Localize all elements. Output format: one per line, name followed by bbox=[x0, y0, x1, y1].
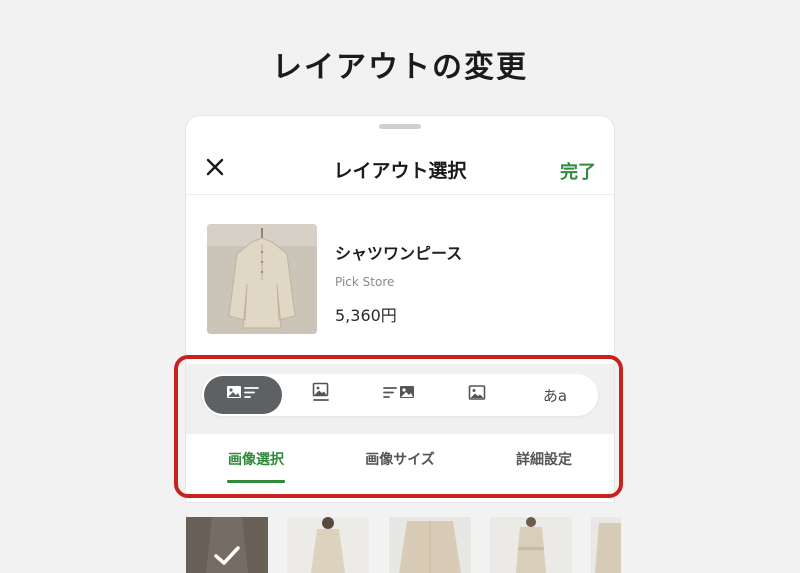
sheet-title: レイアウト選択 bbox=[333, 160, 467, 182]
checkmark-icon bbox=[212, 543, 242, 571]
product-image bbox=[207, 224, 317, 334]
layout-selector: あa bbox=[202, 374, 598, 416]
layout-option-image-left-text[interactable] bbox=[204, 376, 282, 414]
image-thumbnail[interactable] bbox=[287, 517, 369, 573]
product-price: 5,360円 bbox=[335, 306, 397, 325]
tab-image-size[interactable]: 画像サイズ bbox=[330, 434, 470, 486]
image-left-text-icon bbox=[226, 383, 260, 407]
image-thumbnail[interactable] bbox=[389, 517, 471, 573]
product-name: シャツワンピース bbox=[335, 244, 463, 263]
image-thumbnail[interactable] bbox=[490, 517, 572, 573]
layout-bottom-sheet: レイアウト選択 完了 シャツワンピース Pick Store 5,360円 あa… bbox=[186, 116, 614, 502]
tab-detail-settings[interactable]: 詳細設定 bbox=[474, 434, 614, 486]
layout-option-text-left-image[interactable] bbox=[360, 376, 438, 414]
sheet-grabber[interactable] bbox=[379, 124, 421, 129]
image-caption-icon bbox=[311, 382, 331, 408]
image-thumbnail-selected[interactable] bbox=[186, 517, 268, 573]
layout-option-image-caption[interactable] bbox=[282, 376, 360, 414]
text-left-image-icon bbox=[382, 383, 416, 407]
page-heading: レイアウトの変更 bbox=[272, 50, 528, 85]
layout-option-image-only[interactable] bbox=[438, 376, 516, 414]
active-tab-indicator bbox=[227, 480, 285, 483]
settings-tabs: 画像選択 画像サイズ 詳細設定 bbox=[186, 434, 614, 502]
image-only-icon bbox=[467, 383, 487, 407]
tab-image-select[interactable]: 画像選択 bbox=[186, 434, 326, 486]
done-button[interactable]: 完了 bbox=[560, 158, 596, 184]
layout-toolbar: あa 画像選択 画像サイズ 詳細設定 bbox=[186, 364, 614, 502]
product-store: Pick Store bbox=[335, 275, 395, 289]
image-thumbnail[interactable] bbox=[591, 517, 621, 573]
sheet-header: レイアウト選択 完了 bbox=[186, 132, 614, 195]
layout-option-text-only[interactable]: あa bbox=[516, 376, 594, 414]
text-only-icon: あa bbox=[542, 386, 568, 405]
